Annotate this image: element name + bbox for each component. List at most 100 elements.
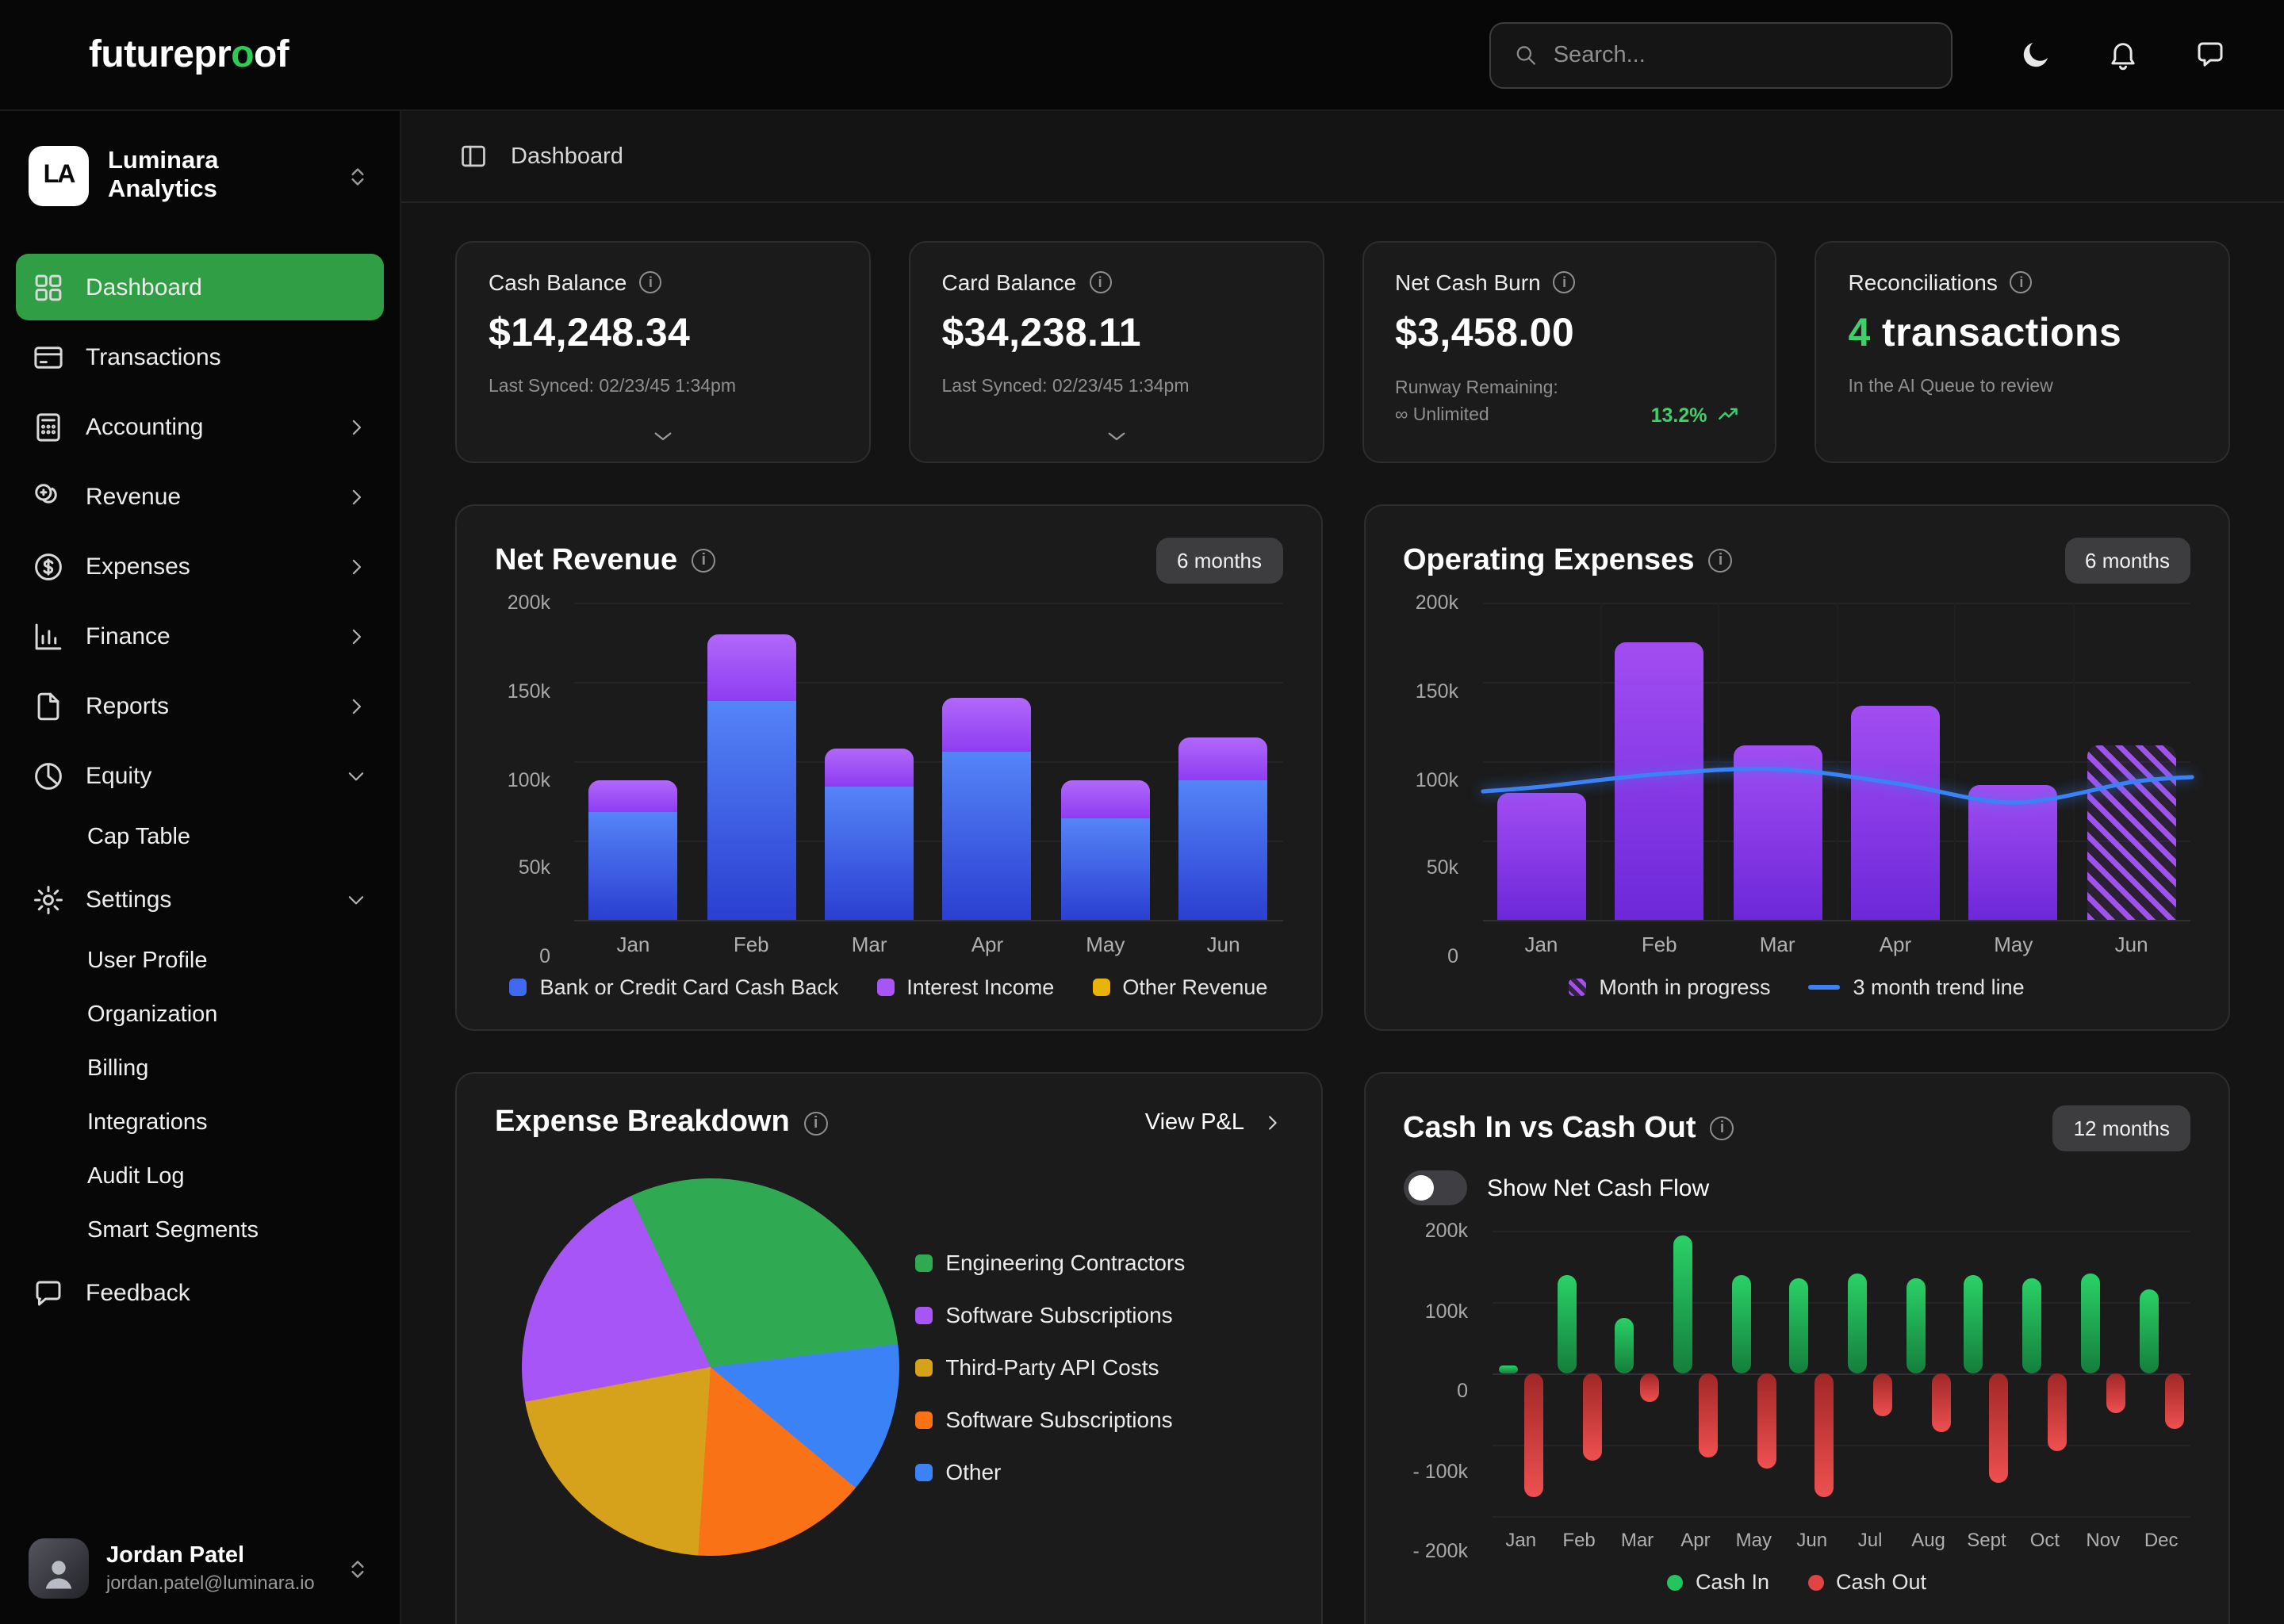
sidebar-item-feedback[interactable]: Feedback: [16, 1259, 384, 1326]
info-icon[interactable]: [2010, 271, 2033, 293]
sidebar-subitem-cap-table[interactable]: Cap Table: [16, 812, 384, 863]
x-axis-labels: JanFebMarAprMayJun: [574, 933, 1282, 956]
cash-out-bar-nov[interactable]: [2106, 1373, 2125, 1413]
search-box[interactable]: [1489, 21, 1953, 88]
sidebar-item-accounting[interactable]: Accounting: [16, 393, 384, 460]
company-selector[interactable]: LA Luminara Analytics: [16, 136, 384, 216]
stacked-bar-jan[interactable]: [588, 780, 677, 920]
info-icon[interactable]: [1711, 1116, 1734, 1140]
sidebar-item-transactions[interactable]: Transactions: [16, 324, 384, 390]
cash-in-bar-oct[interactable]: [2022, 1278, 2041, 1373]
info-icon[interactable]: [692, 549, 715, 573]
sidebar-item-settings[interactable]: Settings: [16, 866, 384, 933]
gridline: [1492, 1516, 2190, 1518]
chevron-right-icon: [344, 485, 368, 508]
expense-bar-jun[interactable]: [2087, 745, 2176, 920]
dark-mode-toggle[interactable]: [2019, 38, 2052, 71]
legend-item: Cash In: [1667, 1570, 1769, 1594]
sidebar-subitem-audit-log[interactable]: Audit Log: [16, 1151, 384, 1202]
cash-out-bar-mar[interactable]: [1641, 1373, 1660, 1403]
cashflow-plot: [1492, 1231, 2190, 1516]
sidebar-item-dashboard[interactable]: Dashboard: [16, 254, 384, 320]
cash-in-bar-dec[interactable]: [2139, 1289, 2158, 1373]
sidebar-subitem-smart-segments[interactable]: Smart Segments: [16, 1205, 384, 1256]
cash-out-bar-feb[interactable]: [1582, 1373, 1601, 1461]
logo-accent-letter: o: [231, 33, 254, 75]
cash-in-bar-jun[interactable]: [1790, 1278, 1809, 1373]
operating-expenses-plot: [1482, 603, 2190, 920]
cash-in-bar-jul[interactable]: [1848, 1273, 1867, 1373]
sidebar-item-revenue[interactable]: Revenue: [16, 463, 384, 530]
info-icon[interactable]: [804, 1111, 828, 1135]
info-icon[interactable]: [1089, 271, 1111, 293]
sidebar-item-finance[interactable]: Finance: [16, 603, 384, 669]
topbar: futureproof: [0, 0, 2284, 111]
stacked-bar-may[interactable]: [1061, 780, 1150, 920]
cash-in-bar-nov[interactable]: [2081, 1273, 2100, 1373]
pie-legend: Engineering ContractorsSoftware Subscrip…: [915, 1250, 1273, 1484]
info-icon[interactable]: [1554, 271, 1576, 293]
sidebar-item-reports[interactable]: Reports: [16, 672, 384, 739]
period-selector[interactable]: 6 months: [1156, 538, 1282, 584]
stacked-bar-feb[interactable]: [707, 634, 795, 920]
period-selector[interactable]: 12 months: [2053, 1105, 2190, 1151]
legend-swatch: [1667, 1574, 1683, 1590]
expand-chevron-icon[interactable]: [489, 423, 837, 449]
user-menu[interactable]: Jordan Patel jordan.patel@luminara.io: [16, 1522, 384, 1602]
expand-chevron-icon[interactable]: [942, 423, 1291, 449]
cash-out-bar-jan[interactable]: [1524, 1373, 1543, 1497]
info-icon[interactable]: [639, 271, 661, 293]
cash-in-bar-apr[interactable]: [1673, 1235, 1692, 1373]
cash-out-bar-jun[interactable]: [1815, 1373, 1834, 1497]
stacked-bar-apr[interactable]: [943, 698, 1032, 920]
sidebar-subitem-user-profile[interactable]: User Profile: [16, 936, 384, 986]
net-cash-flow-toggle[interactable]: [1403, 1170, 1466, 1205]
cash-in-bar-jan[interactable]: [1499, 1365, 1518, 1373]
period-selector[interactable]: 6 months: [2064, 538, 2190, 584]
cash-in-bar-feb[interactable]: [1557, 1276, 1576, 1373]
notifications-button[interactable]: [2106, 38, 2140, 71]
cash-out-bar-sept[interactable]: [1990, 1373, 2009, 1483]
expense-bar-mar[interactable]: [1733, 745, 1822, 920]
cash-in-bar-mar[interactable]: [1615, 1318, 1634, 1373]
info-icon[interactable]: [1708, 549, 1732, 573]
sidebar-subitem-billing[interactable]: Billing: [16, 1044, 384, 1094]
cashflow-cell-aug: [1899, 1231, 1957, 1516]
view-pl-link[interactable]: View P&L: [1145, 1110, 1282, 1136]
cash-out-bar-may[interactable]: [1757, 1373, 1776, 1469]
expense-bar-may[interactable]: [1969, 785, 2058, 920]
sidebar-subitem-organization[interactable]: Organization: [16, 990, 384, 1040]
expense-bar-apr[interactable]: [1851, 706, 1940, 920]
expense-bar-feb[interactable]: [1615, 642, 1703, 920]
cash-in-bar-may[interactable]: [1731, 1276, 1750, 1373]
y-axis: 200k150k100k50k0: [1403, 603, 1470, 956]
sidebar-toggle-icon[interactable]: [458, 141, 489, 171]
sidebar-item-equity[interactable]: Equity: [16, 742, 384, 809]
stacked-bar-mar[interactable]: [825, 749, 914, 920]
app-logo[interactable]: futureproof: [89, 33, 289, 77]
cash-out-bar-oct[interactable]: [2048, 1373, 2067, 1450]
cash-out-bar-jul[interactable]: [1873, 1373, 1892, 1417]
messages-button[interactable]: [2194, 38, 2227, 71]
cash-out-bar-aug[interactable]: [1932, 1373, 1951, 1432]
sidebar-item-label: Equity: [86, 762, 151, 789]
interest-income-segment: [1179, 737, 1268, 780]
cash-out-bar-apr[interactable]: [1699, 1373, 1718, 1457]
cash-out-bar-dec[interactable]: [2164, 1373, 2183, 1429]
expense-bar-jan[interactable]: [1496, 793, 1585, 920]
search-input[interactable]: [1554, 42, 1929, 67]
cash-in-bar-sept[interactable]: [1964, 1276, 1983, 1373]
legend-swatch: [915, 1254, 933, 1271]
bar-cell-feb: [1600, 603, 1719, 920]
expense-pie-chart[interactable]: [521, 1178, 899, 1556]
breadcrumb: Dashboard: [401, 111, 2284, 203]
sidebar-item-expenses[interactable]: Expenses: [16, 533, 384, 599]
stacked-bar-jun[interactable]: [1179, 737, 1268, 920]
expenses-icon: [32, 550, 65, 583]
bar-cell-feb: [692, 603, 811, 920]
stat-value: 4 transactions: [1849, 311, 2198, 357]
sidebar-subitem-integrations[interactable]: Integrations: [16, 1097, 384, 1148]
cash-in-bar-aug[interactable]: [1907, 1278, 1926, 1373]
cashflow-cell-dec: [2132, 1231, 2190, 1516]
chevron-right-icon: [344, 554, 368, 578]
